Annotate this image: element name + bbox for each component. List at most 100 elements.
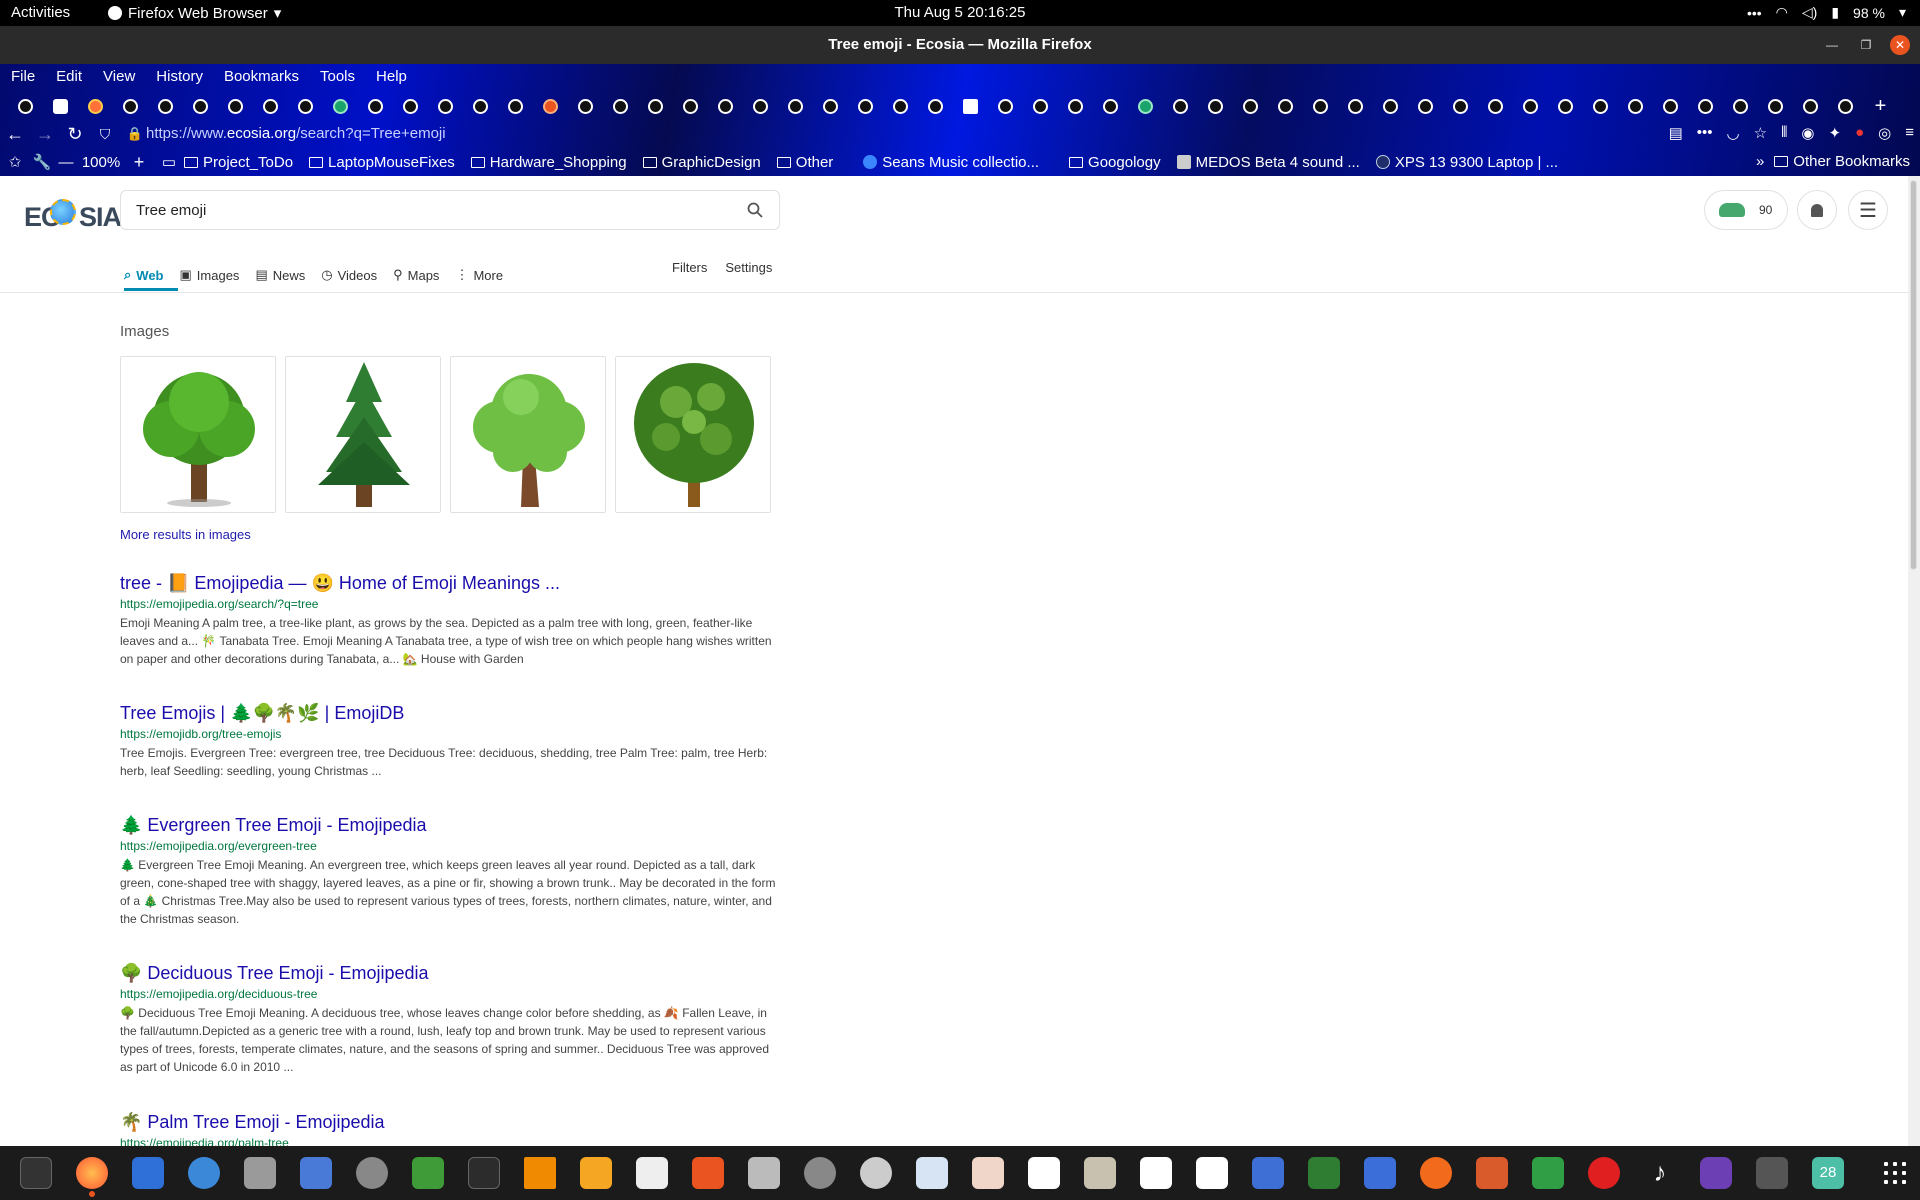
account-icon[interactable]: ◉ — [1801, 124, 1814, 142]
webcam-icon[interactable] — [1688, 1146, 1744, 1200]
pocket-icon[interactable]: ◡ — [1727, 124, 1740, 142]
close-button[interactable]: ✕ — [1890, 35, 1910, 55]
ecosia-logo[interactable]: EC SIA — [24, 186, 122, 238]
settings-icon[interactable] — [344, 1146, 400, 1200]
wrench-icon[interactable]: 🔧 — [30, 153, 54, 171]
github-tab-icon[interactable] — [1373, 92, 1408, 120]
bookmark-item[interactable]: LaptopMouseFixes — [309, 154, 455, 171]
result-url[interactable]: https://emojipedia.org/search/?q=tree — [120, 596, 780, 612]
github-tab-icon[interactable] — [1688, 92, 1723, 120]
image-result-deciduous-tree[interactable] — [120, 356, 276, 513]
github-tab-icon[interactable] — [183, 92, 218, 120]
settings-button[interactable]: Settings — [725, 260, 772, 275]
result-title-link[interactable]: 🌳 Deciduous Tree Emoji - Emojipedia — [120, 962, 780, 984]
new-tab-icon[interactable]: + — [1863, 92, 1898, 120]
network-icon[interactable] — [1744, 1146, 1800, 1200]
system-tray[interactable]: ••• ◠ ◁) ▮ 98 % ▾ — [1747, 4, 1906, 21]
github-tab-icon[interactable] — [1163, 92, 1198, 120]
github-tab-icon[interactable] — [1443, 92, 1478, 120]
reader-view-icon[interactable]: ▤ — [1669, 124, 1683, 142]
font-viewer-icon[interactable] — [1016, 1146, 1072, 1200]
github-tab-icon[interactable] — [813, 92, 848, 120]
character-map-icon[interactable] — [1128, 1146, 1184, 1200]
archive-manager-icon[interactable] — [1072, 1146, 1128, 1200]
chrome-tab-icon[interactable] — [1128, 92, 1163, 120]
bookmark-item[interactable]: Project_ToDo — [184, 154, 293, 171]
url-field[interactable]: https://www.ecosia.org/search?q=Tree+emo… — [146, 125, 446, 142]
github-tab-icon[interactable] — [1828, 92, 1863, 120]
zoom-in-icon[interactable]: + — [124, 152, 154, 173]
github-tab-icon[interactable] — [848, 92, 883, 120]
new-folder-icon[interactable]: ▭ — [154, 153, 184, 171]
bookmark-item[interactable]: MEDOS Beta 4 sound ... — [1176, 154, 1360, 171]
bookmark-item[interactable]: XPS 13 9300 Laptop | ... — [1375, 154, 1558, 171]
menu-help[interactable]: Help — [365, 64, 417, 90]
wikipedia-tab-icon[interactable] — [953, 92, 988, 120]
maximize-button[interactable]: ❐ — [1856, 35, 1876, 55]
github-tab-icon[interactable] — [1723, 92, 1758, 120]
calculator-icon[interactable] — [568, 1146, 624, 1200]
image-result-round-tree[interactable] — [615, 356, 771, 513]
error-reporter-icon[interactable] — [1576, 1146, 1632, 1200]
github-tab-icon[interactable] — [1338, 92, 1373, 120]
github-tab-icon[interactable] — [113, 92, 148, 120]
github-tab-icon[interactable] — [1233, 92, 1268, 120]
ubuntu-tab-icon[interactable] — [533, 92, 568, 120]
calendar-icon[interactable]: 28 — [1800, 1146, 1856, 1200]
github-tab-icon[interactable] — [743, 92, 778, 120]
screenshot-icon[interactable] — [1352, 1146, 1408, 1200]
zoom-level[interactable]: 100% — [78, 154, 124, 171]
bookmark-item[interactable]: GraphicDesign — [642, 154, 761, 171]
reload-icon[interactable]: ↻ — [60, 124, 90, 145]
star-icon[interactable]: ☆ — [1754, 124, 1767, 142]
ublock-icon[interactable]: ● — [1855, 124, 1864, 142]
more-results-in-images-link[interactable]: More results in images — [120, 527, 251, 542]
image-result-evergreen-tree[interactable] — [285, 356, 441, 513]
graph-icon[interactable] — [624, 1146, 680, 1200]
terminal-icon[interactable] — [456, 1146, 512, 1200]
spreadsheet-icon[interactable] — [1520, 1146, 1576, 1200]
github-tab-icon[interactable] — [673, 92, 708, 120]
github-tab-icon[interactable] — [393, 92, 428, 120]
activities-button[interactable]: Activities — [11, 4, 70, 21]
result-title-link[interactable]: 🌲 Evergreen Tree Emoji - Emojipedia — [120, 814, 780, 836]
tasks-icon[interactable] — [1240, 1146, 1296, 1200]
github-tab-icon[interactable] — [218, 92, 253, 120]
github-tab-icon[interactable] — [1198, 92, 1233, 120]
tab-web[interactable]: ⌕ Web — [124, 260, 164, 290]
github-tab-icon[interactable] — [1618, 92, 1653, 120]
software-center-icon[interactable] — [680, 1146, 736, 1200]
scrollbar-thumb[interactable] — [1910, 180, 1917, 570]
dictionary-icon[interactable] — [1184, 1146, 1240, 1200]
github-tab-icon[interactable] — [568, 92, 603, 120]
result-url[interactable]: https://emojipedia.org/palm-tree — [120, 1135, 780, 1146]
minimize-button[interactable]: — — [1822, 35, 1842, 55]
result-url[interactable]: https://emojipedia.org/deciduous-tree — [120, 986, 780, 1002]
search-icon[interactable] — [747, 202, 763, 218]
tab-videos[interactable]: ◷ Videos — [321, 260, 377, 290]
page-actions-icon[interactable]: ••• — [1697, 124, 1713, 142]
updater-icon[interactable] — [1408, 1146, 1464, 1200]
main-menu-button[interactable]: ☰ — [1848, 190, 1888, 230]
extension-icon[interactable] — [43, 92, 78, 120]
result-title-link[interactable]: 🌴 Palm Tree Emoji - Emojipedia — [120, 1111, 780, 1133]
forward-icon[interactable]: → — [30, 124, 60, 145]
page-scrollbar[interactable] — [1908, 176, 1920, 1146]
github-tab-icon[interactable] — [498, 92, 533, 120]
github-tab-icon[interactable] — [253, 92, 288, 120]
bookmark-item[interactable]: Seans Music collectio... — [863, 154, 1039, 171]
zoom-out-icon[interactable]: — — [54, 154, 78, 171]
github-tab-icon[interactable] — [988, 92, 1023, 120]
github-tab-icon[interactable] — [1093, 92, 1128, 120]
filters-button[interactable]: Filters — [672, 260, 707, 275]
back-icon[interactable]: ← — [0, 124, 30, 145]
notifications-button[interactable] — [1797, 190, 1837, 230]
bookmark-item[interactable]: Other — [776, 154, 833, 171]
menu-tools[interactable]: Tools — [309, 64, 365, 90]
app-menu[interactable]: Firefox Web Browser ▾ — [108, 4, 281, 22]
github-tab-icon[interactable] — [1303, 92, 1338, 120]
search-input[interactable]: Tree emoji — [136, 202, 206, 219]
tab-news[interactable]: ▤ News — [255, 260, 305, 290]
search-bar[interactable]: Tree emoji — [120, 190, 780, 230]
github-tab-icon[interactable] — [1268, 92, 1303, 120]
